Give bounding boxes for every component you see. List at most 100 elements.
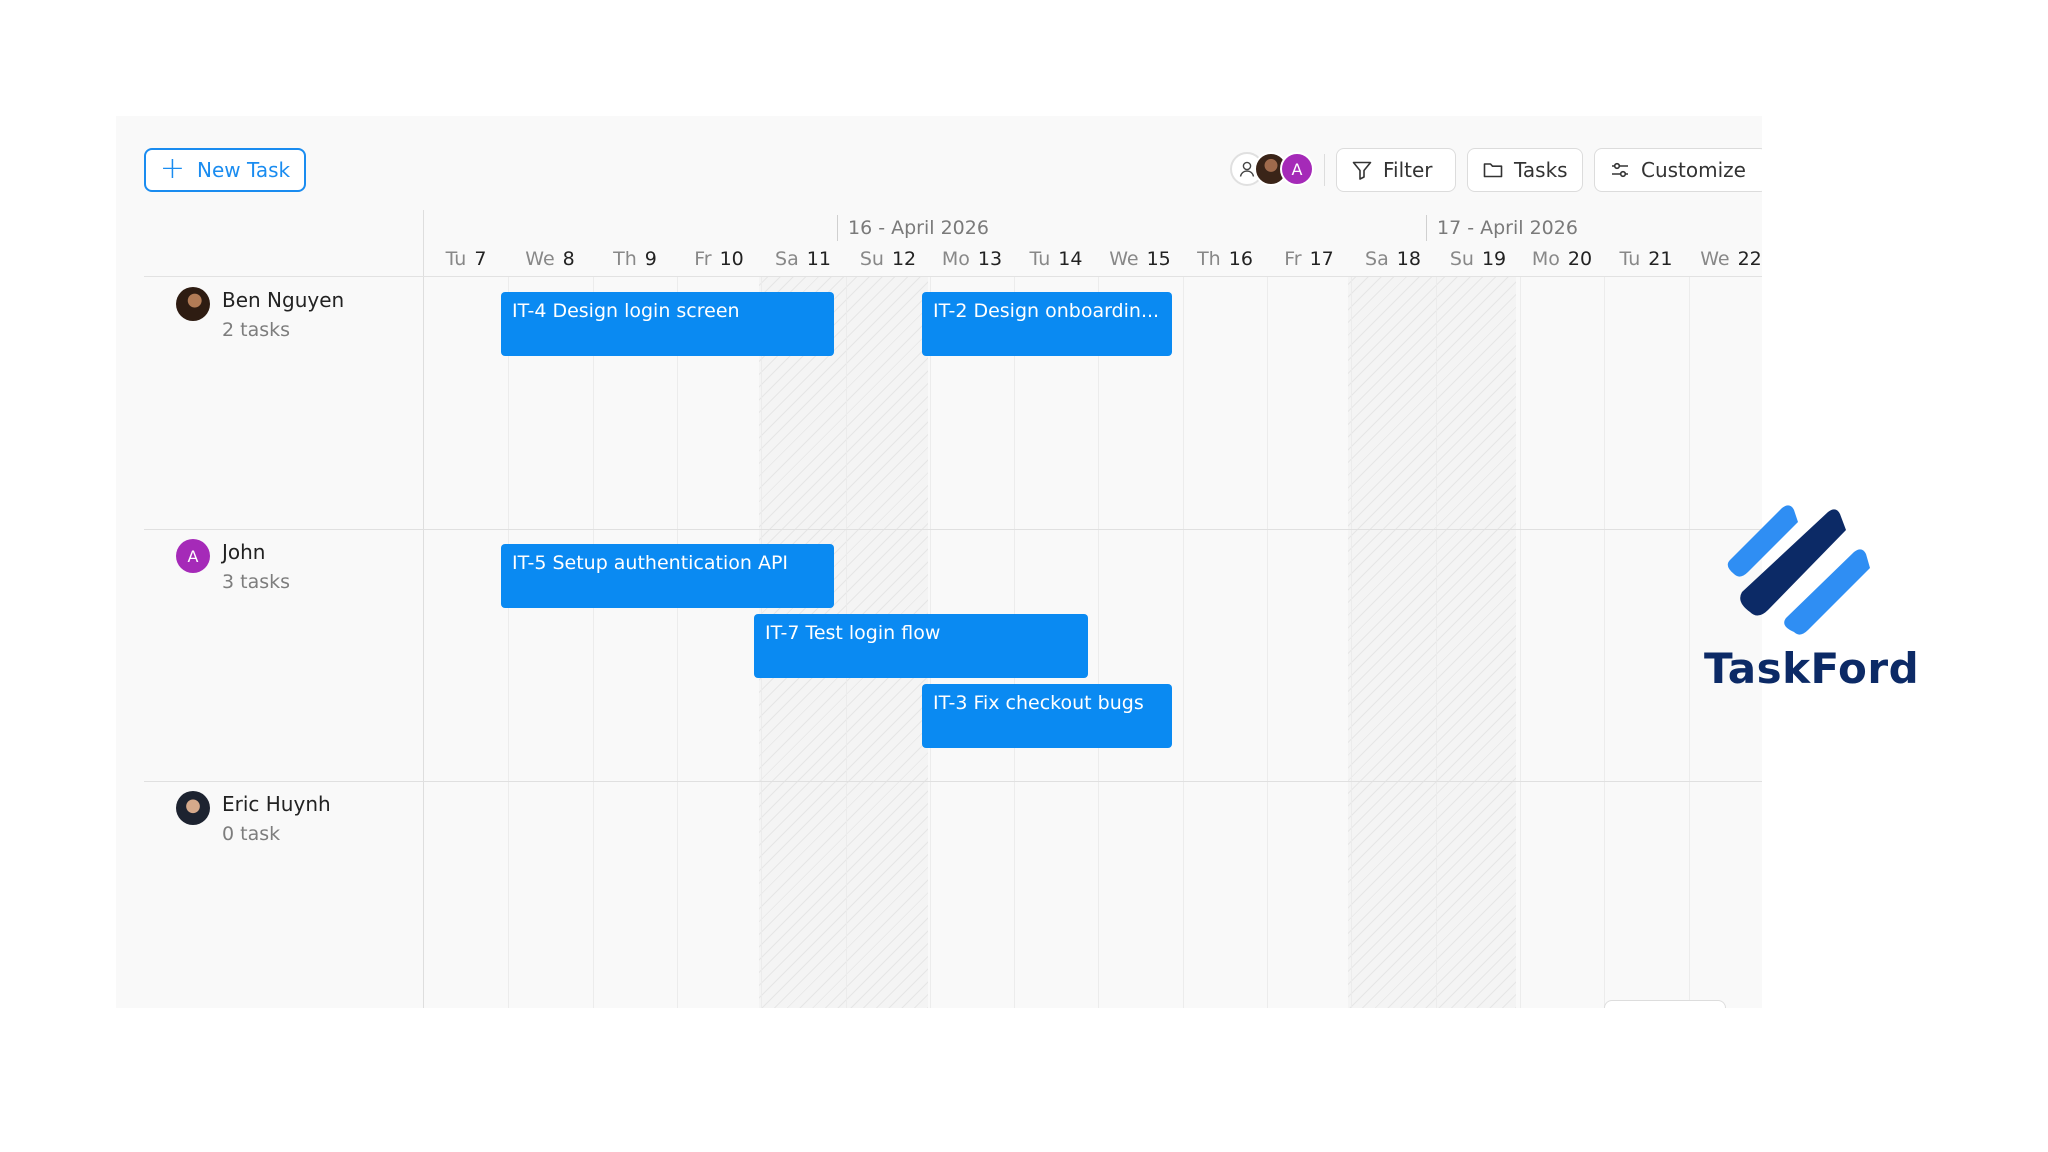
new-task-button[interactable]: + New Task — [144, 148, 306, 192]
day-of-week: Su — [859, 248, 884, 270]
day-of-week: We — [1109, 248, 1139, 270]
person-name: Eric Huynh — [222, 792, 331, 816]
avatar[interactable]: A — [1280, 152, 1314, 186]
day-number: 8 — [562, 248, 575, 270]
person-name: John — [222, 540, 266, 564]
timeline-divider — [423, 210, 424, 1008]
customize-button[interactable]: Customize — [1594, 148, 1762, 192]
filter-icon — [1352, 161, 1372, 180]
weekend-shading — [1348, 277, 1516, 1008]
new-task-label: New Task — [196, 158, 291, 182]
day-number: 16 — [1228, 248, 1253, 270]
row-divider — [144, 529, 1762, 530]
task-bar[interactable]: IT-3 Fix checkout bugs — [922, 684, 1172, 748]
avatar — [176, 791, 210, 825]
task-count: 0 task — [222, 823, 281, 845]
day-number: 18 — [1396, 248, 1421, 270]
day-label: Mo 20 — [1520, 246, 1604, 272]
row-divider — [144, 781, 1762, 782]
person-row-john[interactable]: A John 3 tasks — [176, 537, 290, 597]
task-count: 3 tasks — [222, 571, 291, 593]
day-number: 10 — [719, 248, 744, 270]
task-bar[interactable]: IT-2 Design onboardin... — [922, 292, 1172, 356]
day-of-week: Fr — [694, 248, 712, 270]
day-of-week: Sa — [775, 248, 799, 270]
header-divider — [144, 276, 1762, 277]
folder-icon — [1483, 163, 1503, 178]
customize-label: Customize — [1641, 158, 1746, 182]
day-column-line — [1267, 277, 1268, 1008]
day-label: Tu 14 — [1014, 246, 1098, 272]
task-bar[interactable]: IT-4 Design login screen — [501, 292, 834, 356]
day-column-line — [593, 277, 594, 1008]
day-number: 21 — [1648, 248, 1673, 270]
plus-icon: + — [159, 150, 185, 186]
assignee-filter-avatars[interactable]: A — [1230, 150, 1316, 190]
gantt-panel: + New Task A Filter Tasks Customize 16 -… — [116, 116, 1762, 1008]
day-number: 19 — [1481, 248, 1507, 270]
tasks-button[interactable]: Tasks — [1467, 148, 1583, 192]
day-of-week: We — [1700, 248, 1730, 270]
day-number: 7 — [474, 248, 487, 270]
day-of-week: Tu — [1619, 248, 1641, 270]
day-of-week: We — [525, 248, 555, 270]
task-bar[interactable]: IT-7 Test login flow — [754, 614, 1088, 678]
day-number: 17 — [1309, 248, 1334, 270]
day-number: 14 — [1058, 248, 1083, 270]
day-number: 15 — [1146, 248, 1171, 270]
day-label: Su 12 — [846, 246, 930, 272]
day-number: 9 — [644, 248, 657, 270]
day-label: We 22 — [1689, 246, 1762, 272]
day-label: Tu 7 — [424, 246, 508, 272]
day-label: Th 9 — [593, 246, 677, 272]
scroll-handle[interactable] — [1604, 1000, 1726, 1008]
month-label: 17 - April 2026 — [1426, 215, 1578, 241]
day-of-week: Mo — [941, 248, 970, 270]
day-column-line — [677, 277, 678, 1008]
day-number: 22 — [1737, 248, 1762, 270]
day-of-week: Tu — [445, 248, 467, 270]
task-count: 2 tasks — [222, 319, 291, 341]
month-label: 16 - April 2026 — [837, 215, 989, 241]
day-of-week: Sa — [1365, 248, 1389, 270]
day-column-line — [1604, 277, 1605, 1008]
person-row-eric[interactable]: Eric Huynh 0 task — [176, 789, 331, 849]
day-of-week: Tu — [1029, 248, 1051, 270]
filter-label: Filter — [1383, 158, 1433, 182]
task-bar[interactable]: IT-5 Setup authentication API — [501, 544, 834, 608]
tasks-label: Tasks — [1514, 158, 1568, 182]
day-number: 20 — [1567, 248, 1593, 270]
day-of-week: Fr — [1284, 248, 1302, 270]
day-label: Sa 18 — [1351, 246, 1435, 272]
day-label: Th 16 — [1183, 246, 1267, 272]
person-name: Ben Nguyen — [222, 288, 345, 312]
day-label: We 8 — [508, 246, 592, 272]
day-label: Su 19 — [1436, 246, 1520, 272]
screen: + New Task A Filter Tasks Customize 16 -… — [0, 0, 2048, 1152]
day-of-week: Mo — [1531, 248, 1560, 270]
avatar: A — [176, 539, 210, 573]
person-row-ben[interactable]: Ben Nguyen 2 tasks — [176, 285, 344, 345]
sliders-icon — [1612, 162, 1628, 178]
day-column-line — [1436, 277, 1437, 1008]
day-number: 12 — [891, 248, 917, 270]
day-column-line — [508, 277, 509, 1008]
day-label: We 15 — [1098, 246, 1182, 272]
brand-name: TaskFord — [1704, 644, 1920, 693]
day-of-week: Su — [1449, 248, 1474, 270]
day-label: Fr 17 — [1267, 246, 1351, 272]
day-label: Fr 10 — [677, 246, 761, 272]
day-label: Tu 21 — [1604, 246, 1688, 272]
day-column-line — [1098, 277, 1099, 1008]
filter-button[interactable]: Filter — [1336, 148, 1456, 192]
day-column-line — [1351, 277, 1352, 1008]
day-number: 11 — [806, 248, 831, 270]
avatar — [176, 287, 210, 321]
day-label: Sa 11 — [761, 246, 845, 272]
day-number: 13 — [977, 248, 1003, 270]
day-column-line — [1520, 277, 1521, 1008]
toolbar-divider — [1324, 154, 1325, 186]
day-of-week: Th — [1197, 248, 1221, 270]
day-column-line — [1183, 277, 1184, 1008]
day-label: Mo 13 — [930, 246, 1014, 272]
